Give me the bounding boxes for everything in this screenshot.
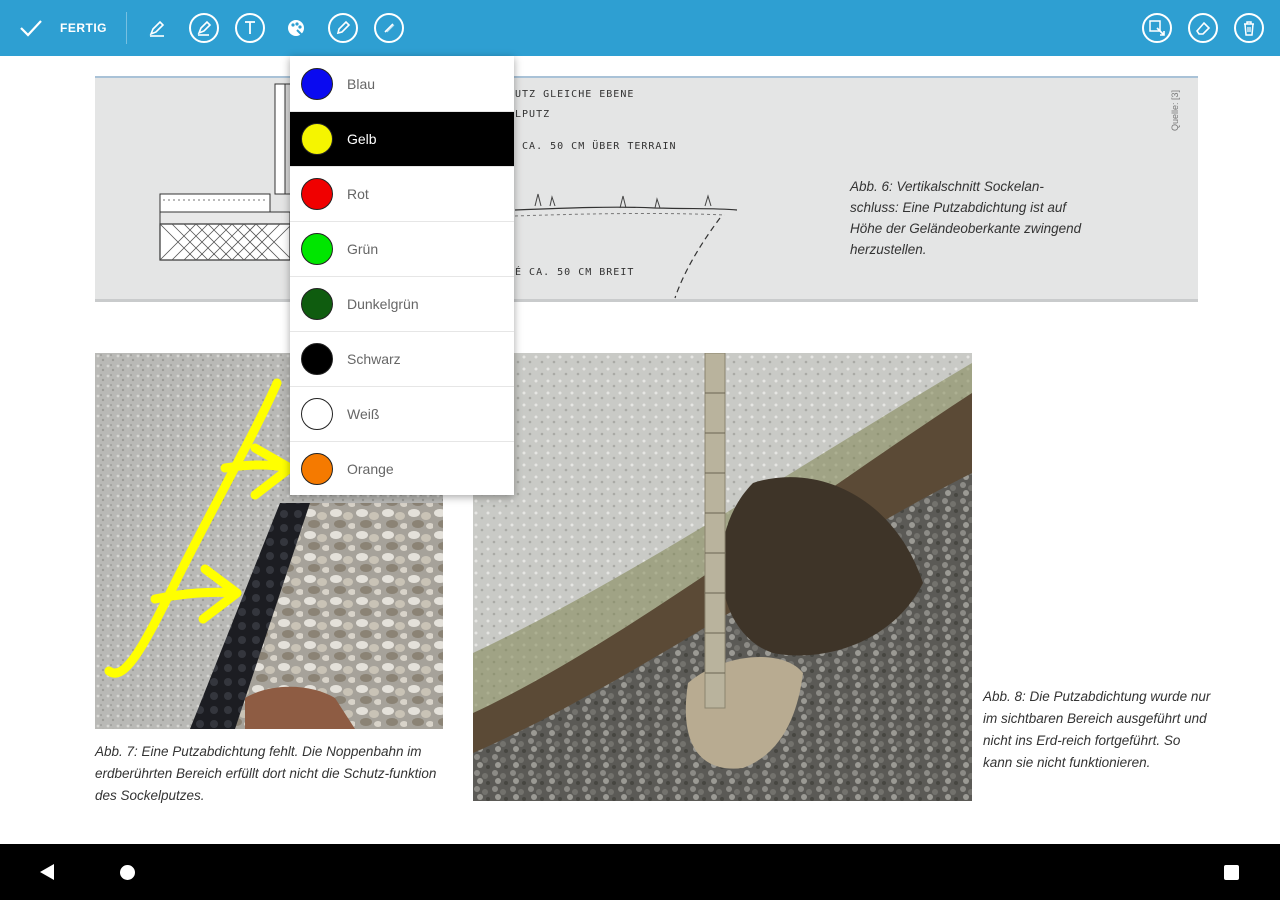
recents-icon[interactable] (1224, 865, 1239, 880)
color-palette-icon[interactable] (281, 13, 311, 43)
color-swatch-icon (301, 178, 333, 210)
figure-8-caption: Abb. 8: Die Putzabdichtung wurde nur im … (983, 689, 1211, 770)
color-option-label: Schwarz (347, 351, 401, 367)
done-button[interactable]: FERTIG (18, 14, 107, 42)
document-page[interactable]: PUTZ GLEICHE EBENE ELPUTZ Z CA. 50 CM ÜB… (0, 56, 1280, 844)
color-swatch-icon (301, 453, 333, 485)
back-icon[interactable] (40, 864, 54, 880)
marker-pen-icon[interactable] (142, 13, 172, 43)
home-icon[interactable] (120, 865, 135, 880)
pencil-icon[interactable] (328, 13, 358, 43)
figure-7-caption: Abb. 7: Eine Putzabdichtung fehlt. Die N… (95, 744, 437, 803)
color-option-gelb[interactable]: Gelb (290, 111, 514, 166)
annotation-toolbar: FERTIG (0, 0, 1280, 56)
color-option-orange[interactable]: Orange (290, 441, 514, 496)
color-option-label: Weiß (347, 406, 380, 422)
color-option-gruen[interactable]: Grün (290, 221, 514, 276)
color-picker-menu: Blau Gelb Rot Grün Dunkelgrün Schwarz We… (290, 56, 514, 495)
color-swatch-icon (301, 67, 333, 100)
done-label: FERTIG (60, 21, 107, 35)
drawing-label-1: PUTZ GLEICHE EBENE (508, 89, 635, 100)
color-swatch-icon (301, 233, 333, 265)
color-option-label: Blau (347, 75, 376, 92)
color-option-schwarz[interactable]: Schwarz (290, 331, 514, 386)
figure-6-band: PUTZ GLEICHE EBENE ELPUTZ Z CA. 50 CM ÜB… (95, 76, 1198, 302)
figure-6-caption: Abb. 6: Vertikalschnitt Sockelan-schluss… (850, 179, 1082, 257)
toolbar-divider (126, 12, 127, 44)
color-option-weiss[interactable]: Weiß (290, 386, 514, 441)
trash-icon[interactable] (1234, 13, 1264, 43)
drawing-label-3: Z CA. 50 CM ÜBER TERRAIN (508, 141, 677, 152)
color-option-label: Gelb (347, 131, 377, 147)
highlighter-icon[interactable] (189, 13, 219, 43)
drawing-label-2: ELPUTZ (508, 109, 551, 120)
color-option-label: Dunkelgrün (347, 296, 419, 312)
color-swatch-icon (301, 288, 333, 320)
fine-pencil-icon[interactable] (374, 13, 404, 43)
color-option-label: Orange (347, 461, 394, 477)
text-tool-icon[interactable] (235, 13, 265, 43)
color-option-blau[interactable]: Blau (290, 56, 514, 111)
system-navigation-bar (0, 844, 1280, 900)
color-option-rot[interactable]: Rot (290, 166, 514, 221)
checkmark-icon (20, 20, 42, 37)
figure-8-photo (473, 353, 972, 801)
drawing-label-4: NÉ CA. 50 CM BREIT (508, 267, 635, 278)
source-label: Quelle: [3] (1170, 90, 1180, 132)
select-area-icon[interactable] (1142, 13, 1172, 43)
color-swatch-icon (301, 398, 333, 430)
color-option-label: Rot (347, 186, 369, 202)
color-swatch-icon (301, 343, 333, 375)
color-option-dunkelgruen[interactable]: Dunkelgrün (290, 276, 514, 331)
color-option-label: Grün (347, 241, 379, 257)
color-swatch-icon (301, 123, 333, 155)
eraser-icon[interactable] (1188, 13, 1218, 43)
